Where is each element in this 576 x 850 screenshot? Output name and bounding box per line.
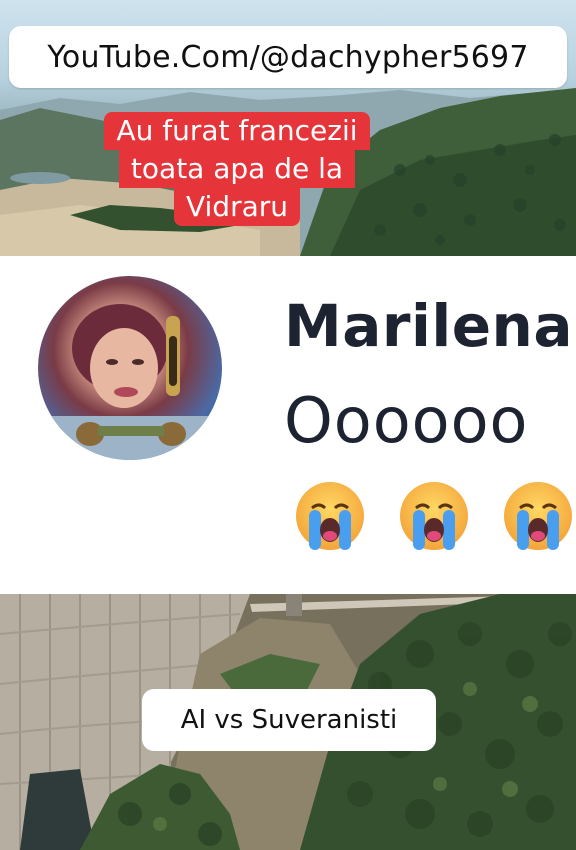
bottom-dam-image: AI vs Suveranisti — [0, 594, 576, 850]
comment-text: Oooooo — [284, 384, 529, 457]
bottom-caption-box: AI vs Suveranisti — [142, 689, 436, 751]
channel-url-banner: YouTube.Com/@dachypher5697 — [9, 26, 567, 88]
comment-card: Marilena Oooooo — [0, 256, 576, 594]
commenter-name: Marilena — [284, 292, 573, 360]
loudly-crying-face-icon — [400, 482, 468, 550]
avatar[interactable] — [38, 276, 222, 460]
loudly-crying-face-icon — [296, 482, 364, 550]
top-landscape-image: YouTube.Com/@dachypher5697 Au furat fran… — [0, 0, 576, 256]
channel-url-text: YouTube.Com/@dachypher5697 — [47, 39, 529, 75]
loudly-crying-face-icon — [504, 482, 572, 550]
red-caption: Au furat francezii toata apa de la Vidra… — [72, 112, 402, 226]
caption-line-3: Vidraru — [173, 188, 301, 226]
caption-line-2: toata apa de la — [118, 150, 356, 188]
emoji-row — [292, 478, 576, 554]
bottom-caption-text: AI vs Suveranisti — [180, 705, 398, 735]
caption-line-1: Au furat francezii — [104, 112, 370, 150]
avatar-photo — [38, 304, 222, 460]
